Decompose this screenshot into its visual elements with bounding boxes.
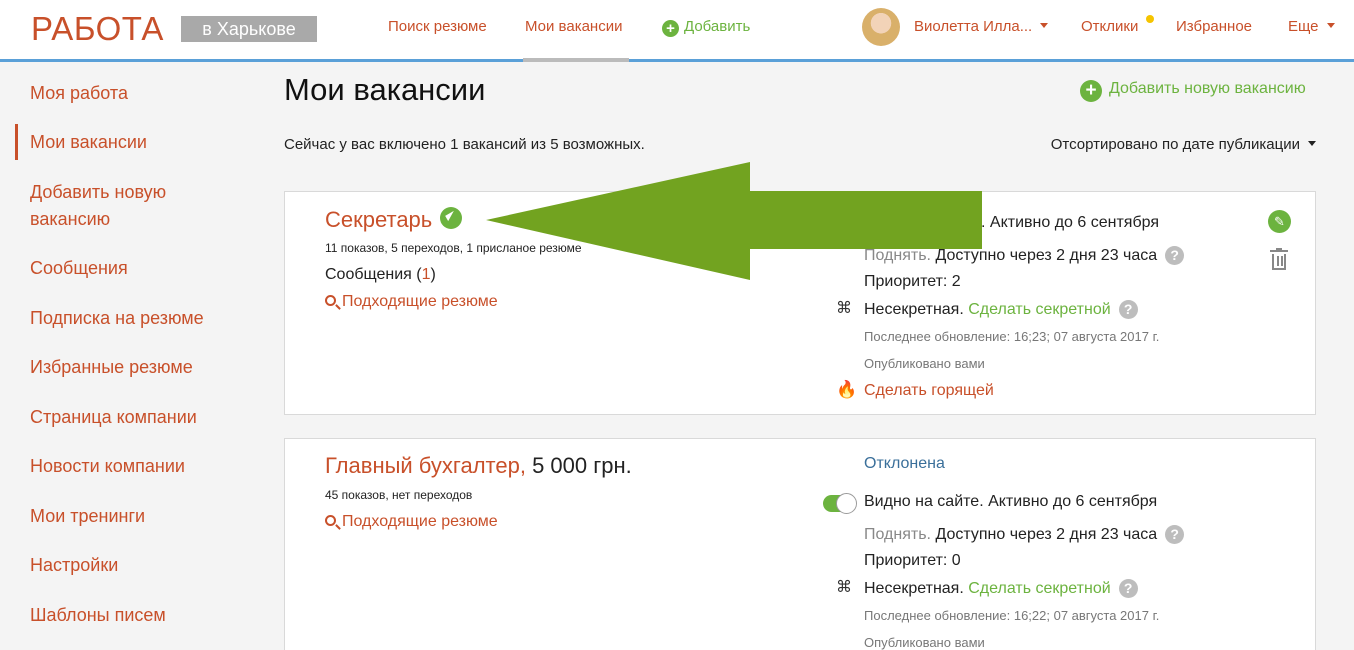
last-update: Последнее обновление: 16;23; 07 августа … [864,329,1160,344]
nav-active-indicator [523,58,629,62]
nav-add-button[interactable]: + Добавить [662,18,750,37]
plus-icon: + [1080,80,1102,102]
city-badge[interactable]: в Харькове [181,16,317,42]
avatar[interactable] [862,8,900,46]
help-icon[interactable]: ? [1118,579,1138,598]
nav-more[interactable]: Еще [1288,18,1335,35]
flame-icon: 🔥 [836,380,858,399]
sort-dropdown[interactable]: Отсортировано по дате публикации [1051,136,1316,153]
vacancy-title[interactable]: Главный бухгалтер, 5 000 грн. [325,453,632,479]
arrow-shape [486,162,982,280]
edit-icon[interactable]: ✎ [1268,210,1291,233]
top-header: РАБОТА в Харькове Поиск резюме Мои вакан… [0,0,1354,62]
vacancy-stats: 45 показов, нет переходов [325,488,473,502]
sidebar-item-add-vacancy[interactable]: Добавить новую вакансию [30,179,210,233]
help-icon[interactable]: ? [1165,525,1185,544]
matching-resumes-link[interactable]: Подходящие резюме [325,513,498,531]
incognito-icon: ⌘ [836,579,852,596]
messages-label: Сообщения [325,266,412,283]
nav-more-label: Еще [1288,18,1319,35]
add-new-vacancy-label: Добавить новую вакансию [1109,80,1306,97]
sidebar-item-messages[interactable]: Сообщения [30,255,128,282]
make-hot-link[interactable]: Сделать горящей [864,382,994,400]
help-icon[interactable]: ? [1118,300,1138,319]
matching-resumes-link[interactable]: Подходящие резюме [325,293,498,311]
user-name: Виолетта Илла... [914,18,1033,35]
page-title: Мои вакансии [284,72,486,107]
secret-status: Несекретная. Сделать секретной? [864,579,1138,598]
sidebar-item-my-trainings[interactable]: Мои тренинги [30,503,145,530]
plus-icon: + [662,20,679,37]
make-secret-link[interactable]: Сделать секретной [968,580,1110,597]
incognito-icon: ⌘ [836,300,852,317]
chevron-down-icon [1326,23,1335,28]
sidebar-item-company-page[interactable]: Страница компании [30,404,197,431]
user-menu[interactable]: Виолетта Илла... [914,18,1049,35]
vacancy-salary: 5 000 грн. [532,453,632,478]
raise-status: Поднять. Доступно через 2 дня 23 часа? [864,525,1185,544]
published-by: Опубликовано вами [864,356,985,371]
sort-label: Отсортировано по дате публикации [1050,136,1300,153]
annotation-arrow [486,162,982,280]
telegram-icon[interactable] [440,207,463,229]
add-new-vacancy-button[interactable]: + Добавить новую вакансию [1080,80,1306,102]
raise-label[interactable]: Поднять. [864,526,931,543]
vacancy-title-text: Секретарь [325,207,433,232]
vacancy-title[interactable]: Секретарь [325,207,463,233]
sidebar-item-my-vacancies[interactable]: Мои вакансии [30,129,147,156]
matching-resumes-label: Подходящие резюме [342,293,498,310]
make-secret-link[interactable]: Сделать секретной [968,301,1110,318]
visibility-toggle[interactable] [823,493,857,514]
sidebar-item-resume-subscription[interactable]: Подписка на резюме [30,305,204,332]
nav-responses[interactable]: Отклики [1081,18,1138,35]
last-update: Последнее обновление: 16;22; 07 августа … [864,608,1160,623]
search-icon [325,515,336,526]
nav-favorites[interactable]: Избранное [1176,18,1252,35]
notification-dot [1146,15,1154,23]
secret-status-text: Несекретная. [864,301,964,318]
vacancy-title-text: Главный бухгалтер, [325,453,526,478]
search-icon [325,295,336,306]
sidebar-active-indicator [15,124,18,160]
chevron-down-icon [1308,141,1316,146]
moderation-status: Отклонена [864,455,945,472]
priority: Приоритет: 0 [864,552,961,569]
secret-status-text: Несекретная. [864,580,964,597]
sidebar-item-letter-templates[interactable]: Шаблоны писем [30,602,166,629]
sidebar-item-company-news[interactable]: Новости компании [30,453,185,480]
sidebar-item-settings[interactable]: Настройки [30,552,118,579]
vacancy-messages[interactable]: Сообщения (1) [325,266,436,284]
vacancy-card: Главный бухгалтер, 5 000 грн. 45 показов… [284,438,1316,650]
visibility-status: . Активно до 6 сентября [981,214,1159,231]
secret-status: Несекретная. Сделать секретной? [864,300,1138,319]
nav-add-label: Добавить [684,18,751,35]
sidebar-item-my-work[interactable]: Моя работа [30,80,128,107]
help-icon[interactable]: ? [1165,246,1185,265]
chevron-down-icon [1040,23,1049,28]
site-logo[interactable]: РАБОТА [31,10,164,48]
published-by: Опубликовано вами [864,635,985,650]
visibility-status: Видно на сайте. Активно до 6 сентября [864,493,1158,510]
vacancy-count-status: Сейчас у вас включено 1 вакансий из 5 во… [284,136,645,153]
sidebar-item-favorite-resumes[interactable]: Избранные резюме [30,354,193,381]
nav-my-vacancies[interactable]: Мои вакансии [525,18,622,35]
nav-search-resume[interactable]: Поиск резюме [388,18,487,35]
messages-count: 1 [421,266,431,283]
trash-icon[interactable] [1270,248,1288,270]
matching-resumes-label: Подходящие резюме [342,513,498,530]
raise-available: Доступно через 2 дня 23 часа [935,526,1158,543]
